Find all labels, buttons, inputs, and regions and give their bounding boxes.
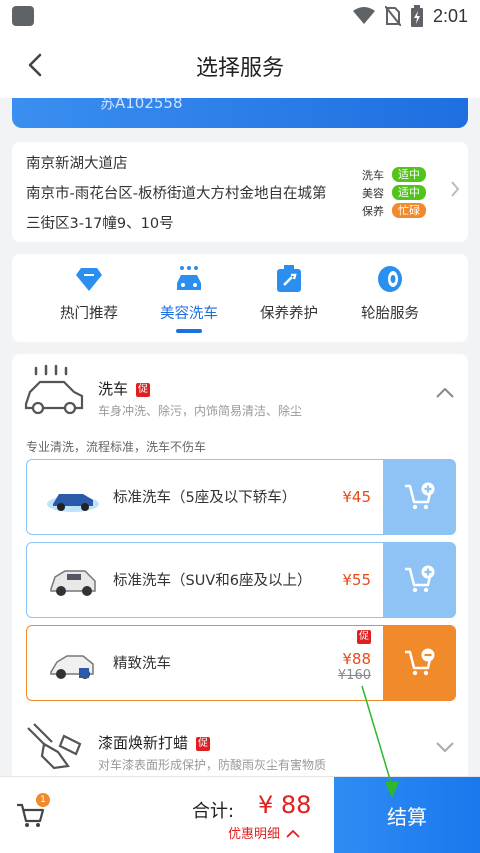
item-price: ¥88: [342, 650, 371, 668]
store-address-line2: 三街区3-17幢9、10号: [26, 216, 174, 232]
service-item[interactable]: 标准洗车（5座及以下轿车） ¥45: [26, 459, 456, 535]
status-badge: 适中: [392, 185, 426, 200]
remove-from-cart-button[interactable]: [384, 625, 456, 701]
tab-tire[interactable]: 轮胎服务: [340, 264, 440, 323]
cart-minus-icon: [405, 648, 435, 676]
tire-icon: [375, 264, 405, 294]
item-original-price: ¥160: [337, 668, 371, 683]
page-title: 选择服务: [195, 56, 284, 81]
store-name: 南京新湖大道店: [26, 156, 128, 172]
status-row-maintain: 保养 忙碌: [362, 202, 442, 219]
group-title-wash[interactable]: 洗车促: [98, 378, 151, 399]
car-wash-icon: [174, 264, 204, 294]
status-badge: 适中: [392, 167, 426, 182]
item-name: 标准洗车（SUV和6座及以上）: [113, 573, 312, 589]
notification-icon: [12, 6, 34, 26]
item-price: ¥55: [342, 571, 371, 589]
item-name: 标准洗车（5座及以下轿车）: [113, 490, 297, 506]
group-note: 专业清洗，流程标准，洗车不伤车: [26, 440, 207, 454]
vehicle-card[interactable]: 苏A102558: [12, 98, 468, 128]
car-photo-icon: [50, 655, 94, 679]
status-bar: 2:01: [0, 0, 480, 32]
discount-details-link[interactable]: 优惠明细: [228, 823, 300, 842]
cart-button[interactable]: 1: [16, 793, 50, 833]
total-value: ¥ 88: [258, 791, 312, 819]
no-sim-icon: [384, 6, 401, 26]
chevron-up-icon: [286, 829, 300, 838]
promo-badge: 促: [357, 630, 371, 644]
battery-icon: [410, 5, 423, 27]
promo-badge: 促: [196, 737, 211, 751]
nav-bar: 选择服务: [0, 32, 480, 98]
maintenance-icon: [274, 264, 304, 294]
store-card[interactable]: 南京新湖大道店 南京市-雨花台区-板桥街道大方村金地自在城第 三街区3-17幢9…: [12, 142, 468, 242]
add-to-cart-button[interactable]: [384, 459, 456, 535]
status-badge: 忙碌: [392, 203, 426, 218]
group-desc-wash: 车身冲洗、除污，内饰简易清洁、除尘: [98, 404, 303, 418]
service-list: 洗车促 车身冲洗、除污，内饰简易清洁、除尘 专业清洗，流程标准，洗车不伤车 标准…: [12, 354, 468, 784]
group-title-polish[interactable]: 漆面焕新打蜡促: [98, 732, 211, 753]
tab-beauty-wash[interactable]: 美容洗车: [139, 264, 239, 333]
tab-maintenance[interactable]: 保养养护: [239, 264, 339, 323]
status-row-beauty: 美容 适中: [362, 184, 442, 201]
tab-hot[interactable]: 热门推荐: [39, 264, 139, 323]
cart-count-badge: 1: [36, 793, 50, 807]
service-item[interactable]: 标准洗车（SUV和6座及以上） ¥55: [26, 542, 456, 618]
polisher-icon: [27, 723, 82, 770]
chevron-up-icon[interactable]: [436, 388, 454, 398]
status-row-wash: 洗车 适中: [362, 166, 442, 183]
group-desc-polish: 对车漆表面形成保护，防酸雨灰尘有害物质: [98, 758, 327, 772]
item-name: 精致洗车: [113, 656, 171, 672]
add-to-cart-button[interactable]: [384, 542, 456, 618]
store-address-line1: 南京市-雨花台区-板桥街道大方村金地自在城第: [26, 186, 327, 202]
service-item-selected[interactable]: 促 精致洗车 ¥88 ¥160: [26, 625, 456, 701]
cart-plus-icon: [405, 565, 435, 593]
wifi-icon: [352, 7, 375, 24]
item-price: ¥45: [342, 488, 371, 506]
active-tab-indicator: [176, 329, 202, 333]
plate-number: 苏A102558: [100, 98, 183, 112]
busy-status: 洗车 适中 美容 适中 保养 忙碌: [362, 166, 442, 220]
cart-plus-icon: [405, 482, 435, 510]
gem-icon: [74, 264, 104, 294]
chevron-right-icon: [451, 181, 460, 197]
total-label: 合计:: [192, 801, 235, 822]
car-wash-outline-icon: [24, 364, 84, 415]
clock: 2:01: [432, 5, 468, 26]
chevron-down-icon[interactable]: [436, 742, 454, 752]
bottom-bar: 1 合计: ¥ 88 优惠明细 结算: [0, 776, 480, 853]
category-tabs: 热门推荐 美容洗车 保养养护 轮胎服务: [12, 254, 468, 342]
car-photo-icon: [50, 570, 96, 596]
checkout-button[interactable]: 结算: [334, 777, 480, 853]
promo-badge: 促: [136, 383, 151, 397]
car-photo-icon: [47, 494, 99, 512]
